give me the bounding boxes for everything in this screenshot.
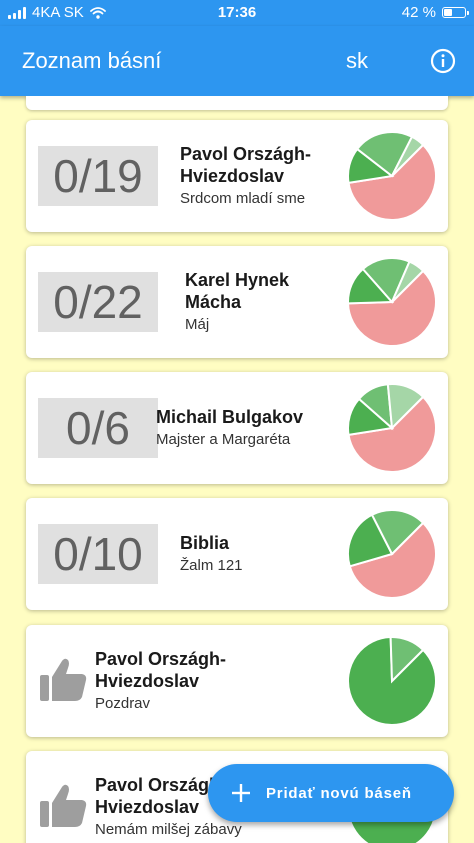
poem-text: Michail Bulgakov Majster a Margaréta	[156, 372, 303, 484]
previous-card-edge	[26, 96, 448, 110]
plus-icon	[232, 784, 250, 802]
poem-title: Žalm 121	[180, 557, 243, 574]
poem-card[interactable]: 0/19 Pavol Országh-Hviezdoslav Srdcom ml…	[26, 120, 448, 232]
poem-text: Pavol Országh-Hviezdoslav Pozdrav	[95, 625, 255, 737]
page-title: Zoznam básní	[22, 48, 162, 73]
thumb-up-icon	[40, 784, 87, 827]
add-poem-button[interactable]: Pridať novú báseň	[208, 764, 454, 822]
score-badge: 0/22	[38, 272, 158, 332]
poem-author: Karel Hynek Mácha	[185, 270, 290, 312]
add-poem-label: Pridať novú báseň	[266, 784, 412, 802]
status-right: 42 %	[401, 4, 469, 21]
poem-list[interactable]: 0/19 Pavol Országh-Hviezdoslav Srdcom ml…	[0, 96, 474, 843]
progress-pie-chart	[347, 635, 437, 726]
poem-title: Máj	[185, 316, 210, 333]
poem-title: Majster a Margaréta	[156, 431, 291, 448]
language-button[interactable]: sk	[346, 48, 368, 74]
poem-author: Pavol Országh-Hviezdoslav	[180, 144, 312, 186]
poem-card[interactable]: 0/6 Michail Bulgakov Majster a Margaréta	[26, 372, 448, 484]
thumb-up-icon	[40, 658, 87, 701]
score-badge: 0/10	[38, 524, 158, 584]
score-badge: 0/19	[38, 146, 158, 206]
progress-pie-chart	[346, 257, 437, 347]
poem-author: Biblia	[180, 533, 230, 553]
poem-card[interactable]: 0/10 Biblia Žalm 121	[26, 498, 448, 610]
poem-text: Biblia Žalm 121	[180, 498, 243, 610]
battery-percent: 42 %	[401, 4, 436, 21]
poem-card[interactable]: 0/22 Karel Hynek Mácha Máj	[26, 246, 448, 358]
status-bar: 4KA SK 17:36 42 %	[0, 0, 474, 26]
score-badge: 0/6	[38, 398, 158, 458]
progress-pie-chart	[347, 509, 437, 599]
poem-title: Srdcom mladí sme	[180, 190, 306, 207]
app-bar: Zoznam básní sk	[0, 26, 474, 96]
poem-text: Karel Hynek Mácha Máj	[185, 246, 325, 358]
info-icon[interactable]	[430, 48, 456, 74]
progress-pie-chart	[347, 383, 437, 473]
poem-author: Michail Bulgakov	[156, 407, 304, 427]
poem-text: Pavol Országh-Hviezdoslav Srdcom mladí s…	[180, 120, 330, 232]
battery-icon	[442, 7, 469, 18]
progress-pie-chart	[347, 131, 437, 221]
poem-title: Pozdrav	[95, 695, 151, 712]
poem-title: Nemám milšej zábavy	[95, 821, 242, 838]
poem-card[interactable]: Pavol Országh-Hviezdoslav Pozdrav	[26, 625, 448, 737]
poem-author: Pavol Országh-Hviezdoslav	[95, 649, 227, 691]
